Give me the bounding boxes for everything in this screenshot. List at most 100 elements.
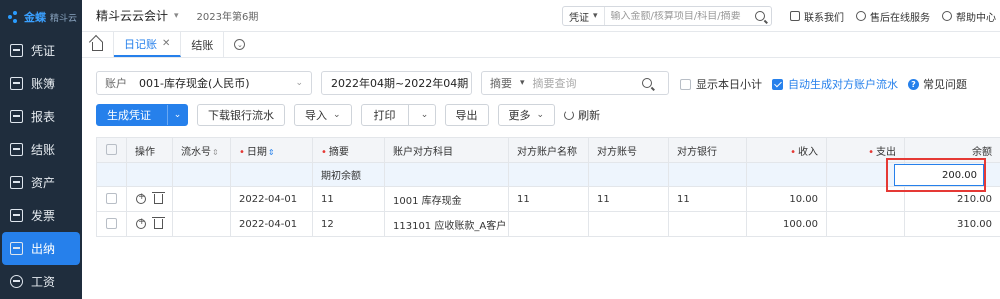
cell-cp-account[interactable] <box>588 211 669 237</box>
add-circle-icon[interactable] <box>136 192 146 204</box>
header-subject: 账户对方科目 <box>384 137 509 163</box>
sidebar-item-label: 出纳 <box>31 242 56 256</box>
add-circle-icon[interactable] <box>136 217 146 229</box>
logo-mark-icon <box>8 11 20 23</box>
trash-icon[interactable] <box>152 216 165 229</box>
cell-cp-bank[interactable] <box>668 211 747 237</box>
header-expense: • 支出 <box>826 137 905 163</box>
select-all-cell[interactable] <box>96 137 127 163</box>
required-marker: • <box>790 146 796 158</box>
help-icon <box>942 11 952 21</box>
header-label: 流水号 <box>181 146 211 158</box>
cell-cp-name[interactable] <box>508 211 589 237</box>
header-label: 收入 <box>798 146 818 158</box>
app-name[interactable]: 精斗云云会计 <box>96 7 168 24</box>
table-header-row: 操作 流水号⇕ • 日期⇕ • 摘要 账户对方科目 对方账户名称 对方账号 对方银行… <box>96 137 1000 163</box>
header-cp-name: 对方账户名称 <box>508 137 589 163</box>
sidebar-item-invoice[interactable]: 发票 <box>2 199 80 232</box>
cell-subject[interactable]: 113101 应收账款_A客户 <box>384 211 509 237</box>
sidebar-item-closing[interactable]: 结账 <box>2 133 80 166</box>
chevron-down-icon: ▾ <box>593 11 598 21</box>
ledger-icon <box>10 77 23 90</box>
opening-balance-row: 期初余额 <box>96 162 1000 187</box>
sort-icon[interactable]: ⇕ <box>212 148 219 157</box>
header-summary: • 摘要 <box>312 137 385 163</box>
cell-balance: 210.00 <box>904 186 1000 212</box>
cell-subject[interactable]: 1001 库存现金 <box>384 186 509 212</box>
sidebar-item-asset[interactable]: 资产 <box>2 166 80 199</box>
trash-icon[interactable] <box>152 191 165 204</box>
cell-expense[interactable] <box>826 186 905 212</box>
cell-cp-account[interactable]: 11 <box>588 186 669 212</box>
tab-more-button[interactable]: ⌄ <box>224 32 255 57</box>
search-icon[interactable] <box>642 78 652 88</box>
faq-link[interactable]: ? 常见问题 <box>908 76 967 92</box>
cell-balance: 310.00 <box>904 211 1000 237</box>
header-serial[interactable]: 流水号⇕ <box>172 137 231 163</box>
refresh-button[interactable]: 刷新 <box>564 107 600 123</box>
cell-expense[interactable] <box>826 211 905 237</box>
tab-closing[interactable]: 结账 <box>181 32 225 57</box>
cell-summary[interactable]: 12 <box>312 211 385 237</box>
chevron-down-icon: ⌄ <box>455 78 463 88</box>
chevron-down-icon[interactable]: ⌄ <box>415 110 435 120</box>
button-label: 刷新 <box>578 109 601 122</box>
contact-us-link[interactable]: 联系我们 <box>790 9 844 24</box>
chevron-down-icon[interactable]: ▾ <box>174 11 179 21</box>
faq-label: 常见问题 <box>923 78 967 91</box>
tab-home[interactable] <box>82 32 114 57</box>
search-input[interactable] <box>604 10 755 22</box>
link-label: 帮助中心 <box>956 12 996 24</box>
sidebar-item-ledger[interactable]: 账簿 <box>2 67 80 100</box>
checkbox[interactable] <box>106 144 117 156</box>
sidebar-item-salary[interactable]: 工资 <box>2 265 80 298</box>
table-row: 2022-04-01 12 113101 应收账款_A客户 100.00 310… <box>96 211 1000 237</box>
header-income: • 收入 <box>746 137 827 163</box>
tab-journal[interactable]: 日记账 ✕ <box>114 32 182 57</box>
cell-income[interactable]: 10.00 <box>746 186 827 212</box>
cell-date[interactable]: 2022-04-01 <box>230 211 313 237</box>
cell-income[interactable]: 100.00 <box>746 211 827 237</box>
report-icon <box>10 110 23 123</box>
sidebar-item-report[interactable]: 报表 <box>2 100 80 133</box>
help-center-link[interactable]: 帮助中心 <box>942 9 996 24</box>
generate-voucher-button[interactable]: 生成凭证 ⌄ <box>96 104 188 126</box>
download-statement-button[interactable]: 下载银行流水 <box>197 104 285 126</box>
cell-date[interactable]: 2022-04-01 <box>230 186 313 212</box>
summary-placeholder: 摘要查询 <box>532 77 577 90</box>
close-icon[interactable]: ✕ <box>162 38 170 49</box>
asset-icon <box>10 176 23 189</box>
checkbox[interactable] <box>106 218 117 230</box>
opening-balance-input[interactable]: 200.00 <box>894 164 984 186</box>
sort-icon[interactable]: ⇕ <box>268 148 275 157</box>
home-icon <box>92 41 103 51</box>
daily-subtotal-checkbox[interactable]: 显示本日小计 <box>680 76 762 92</box>
search-type-select[interactable]: 凭证 ▾ <box>563 7 605 25</box>
cell-cp-bank[interactable]: 11 <box>668 186 747 212</box>
checkbox[interactable] <box>106 193 117 205</box>
header-label: 日期 <box>246 146 267 158</box>
search-icon[interactable] <box>755 11 765 21</box>
chevron-down-icon: ▾ <box>520 78 525 88</box>
sidebar-item-voucher[interactable]: 凭证 <box>2 34 80 67</box>
print-button[interactable]: 打印 ⌄ <box>360 104 436 126</box>
top-links: 联系我们 售后在线服务 帮助中心 <box>790 0 996 32</box>
account-select[interactable]: 账户 001-库存现金(人民币) ⌄ <box>96 71 312 95</box>
cell-summary[interactable]: 11 <box>312 186 385 212</box>
summary-search[interactable]: 摘要 ▾ 摘要查询 <box>481 71 669 95</box>
import-button[interactable]: 导入 ⌄ <box>294 104 352 126</box>
support-link[interactable]: 售后在线服务 <box>856 9 930 24</box>
topbar: 精斗云云会计 ▾ 2023年第6期 凭证 ▾ 联系我们 售后在线服务 帮助中心 <box>82 0 1000 32</box>
filter-bar: 账户 001-库存现金(人民币) ⌄ 2022年04期~2022年04期 ⌄ 摘… <box>96 71 669 95</box>
cell-cp-name[interactable]: 11 <box>508 186 589 212</box>
more-button[interactable]: 更多 ⌄ <box>497 104 556 126</box>
checkbox-label: 显示本日小计 <box>696 78 762 91</box>
sidebar-item-cashier[interactable]: 出纳 <box>2 232 80 265</box>
header-date[interactable]: • 日期⇕ <box>230 137 313 163</box>
export-button[interactable]: 导出 <box>444 104 489 126</box>
chevron-down-icon[interactable]: ⌄ <box>167 105 187 125</box>
period-select[interactable]: 2022年04期~2022年04期 ⌄ <box>321 71 472 95</box>
auto-generate-checkbox[interactable]: 自动生成对方账户流水 <box>772 76 898 92</box>
table-row: 2022-04-01 11 1001 库存现金 11 11 11 10.00 2… <box>96 186 1000 212</box>
global-search: 凭证 ▾ <box>562 6 772 26</box>
